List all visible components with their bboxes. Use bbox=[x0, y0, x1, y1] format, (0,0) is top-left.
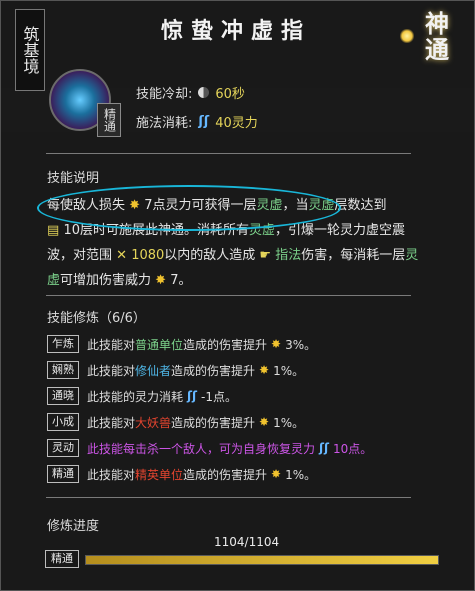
sparkle-icon bbox=[400, 29, 414, 43]
desc-text: 以内的敌人造成 bbox=[164, 248, 260, 263]
realm-label: 筑基境 bbox=[20, 26, 40, 74]
refine-target: 大妖兽 bbox=[135, 415, 172, 430]
skill-title: 惊蛰冲虚指 bbox=[161, 18, 312, 44]
realm-badge: 筑基境 bbox=[15, 9, 45, 91]
refine-text: 此技能对 bbox=[87, 337, 136, 352]
refine-row: 乍炼 此技能对 普通单位 造成的伤害提升 ✸ 3%。 bbox=[47, 331, 447, 357]
refine-text: 造成的伤害提升 bbox=[183, 337, 268, 352]
refine-value: 1%。 bbox=[285, 467, 317, 482]
cost-stat: 施法消耗: ʃʃ 40灵力 bbox=[136, 112, 258, 131]
spirit-power-icon: ʃʃ bbox=[198, 114, 210, 129]
skill-tooltip: 筑基境 惊蛰冲虚指 神通 精通 技能冷却: 60秒 施法消耗: ʃʃ 40灵力 … bbox=[0, 0, 475, 591]
desc-text: 7。 bbox=[170, 273, 192, 288]
progress-fill bbox=[86, 556, 438, 564]
refine-tag: 精通 bbox=[47, 465, 79, 483]
range-icon: ✕ bbox=[116, 248, 128, 263]
shentong-label: 神通 bbox=[420, 11, 450, 63]
refine-title: 技能修炼（6/6） bbox=[47, 311, 146, 326]
refine-list: 乍炼 此技能对 普通单位 造成的伤害提升 ✸ 3%。 娴熟 此技能对 修仙者 造成的伤害提… bbox=[47, 331, 447, 487]
refine-tag: 小成 bbox=[47, 413, 79, 431]
cost-value: 40灵力 bbox=[215, 116, 258, 131]
refine-row: 灵动 此技能每击杀一个敌人，可为自身恢复灵力 ʃʃ 10点。 bbox=[47, 435, 447, 461]
refine-text: 造成的伤害提升 bbox=[171, 415, 256, 430]
refine-text: 造成的伤害提升 bbox=[183, 467, 268, 482]
description-title: 技能说明 bbox=[47, 171, 100, 186]
refine-tag: 娴熟 bbox=[47, 361, 79, 379]
refine-text: 造成的伤害提升 bbox=[171, 363, 256, 378]
refine-value: 10点。 bbox=[332, 441, 373, 456]
refine-value: -1点。 bbox=[200, 389, 237, 404]
spirit-power-icon: ʃʃ bbox=[187, 389, 197, 403]
progress-title: 修炼进度 bbox=[47, 519, 100, 534]
refine-text: 此技能对 bbox=[87, 467, 136, 482]
refine-tag: 乍炼 bbox=[47, 335, 79, 353]
refine-tag: 灵动 bbox=[47, 439, 79, 457]
refine-target: 修仙者 bbox=[135, 363, 172, 378]
desc-keyword: 指法 bbox=[275, 248, 302, 263]
refine-text: 此技能的灵力消耗 bbox=[87, 389, 184, 404]
progress-tag: 精通 bbox=[45, 550, 79, 568]
refine-value: 1%。 bbox=[273, 415, 305, 430]
scroll-icon: ▤ bbox=[47, 223, 60, 238]
refine-row: 娴熟 此技能对 修仙者 造成的伤害提升 ✸ 1%。 bbox=[47, 357, 447, 383]
progress-bar bbox=[85, 555, 439, 565]
refine-text: 此技能对 bbox=[87, 363, 136, 378]
star-icon: ✸ bbox=[271, 467, 282, 481]
refine-text: 此技能每击杀一个敌人，可为自身恢复灵力 bbox=[87, 441, 316, 456]
highlight-annotation bbox=[37, 185, 341, 231]
refine-row: 精通 此技能对 精英单位 造成的伤害提升 ✸ 1%。 bbox=[47, 461, 447, 487]
divider bbox=[46, 153, 411, 154]
refine-value: 1%。 bbox=[273, 363, 305, 378]
spirit-power-icon: ʃʃ bbox=[319, 441, 329, 455]
cooldown-stat: 技能冷却: 60秒 bbox=[136, 83, 245, 102]
finger-icon: ☛ bbox=[259, 248, 272, 263]
divider bbox=[46, 497, 411, 498]
star-icon: ✸ bbox=[259, 363, 270, 377]
refine-text: 此技能对 bbox=[87, 415, 136, 430]
divider bbox=[46, 295, 411, 296]
desc-number: 1080 bbox=[131, 248, 165, 263]
mastery-tag: 精通 bbox=[97, 103, 121, 137]
refine-target: 普通单位 bbox=[135, 337, 184, 352]
refine-target: 精英单位 bbox=[135, 467, 184, 482]
refine-tag: 通晓 bbox=[47, 387, 79, 405]
star-icon: ✸ bbox=[271, 337, 282, 351]
cost-label: 施法消耗: bbox=[136, 116, 193, 131]
star-icon: ✸ bbox=[155, 273, 167, 288]
refine-row: 小成 此技能对 大妖兽 造成的伤害提升 ✸ 1%。 bbox=[47, 409, 447, 435]
mastery-tag-label: 精通 bbox=[102, 108, 117, 132]
desc-text: 伤害，每消耗一层 bbox=[301, 248, 406, 263]
progress-text: 1104/1104 bbox=[214, 535, 280, 549]
star-icon: ✸ bbox=[259, 415, 270, 429]
desc-text: 可增加伤害威力 bbox=[60, 273, 156, 288]
desc-text: 层数达到 bbox=[334, 198, 387, 213]
shentong-badge: 神通 bbox=[400, 7, 466, 67]
cooldown-label: 技能冷却: bbox=[136, 87, 193, 102]
cooldown-icon bbox=[198, 87, 210, 98]
refine-value: 3%。 bbox=[285, 337, 317, 352]
cooldown-value: 60秒 bbox=[215, 87, 245, 102]
refine-row: 通晓 此技能的灵力消耗 ʃʃ -1点。 bbox=[47, 383, 447, 409]
